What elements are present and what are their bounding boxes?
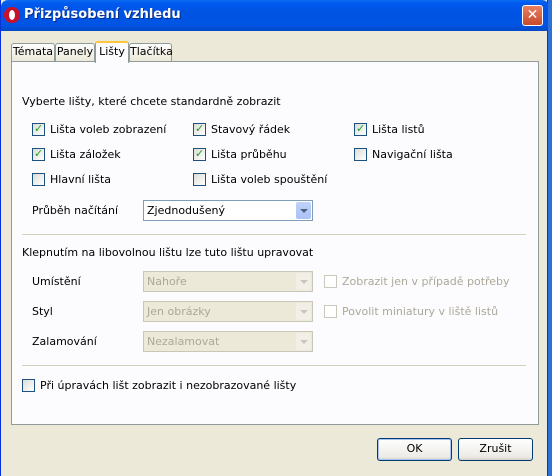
wrap-select[interactable]: Nezalamovat — [143, 331, 313, 352]
placement-label: Umístění — [32, 275, 81, 288]
checkbox-show-if-needed[interactable] — [324, 275, 337, 288]
section-heading-default-toolbars: Vyberte lišty, které chcete standardně z… — [22, 95, 281, 108]
checkbox-tab-bar[interactable] — [354, 122, 367, 136]
checkbox-label: Lišta listů — [372, 123, 425, 136]
chevron-down-icon[interactable] — [296, 273, 311, 290]
style-select-value: Jen obrázky — [147, 305, 211, 318]
progress-select[interactable]: Zjednodušený — [143, 200, 313, 221]
dialog-window: Přizpůsobení vzhledu ✕ Témata Panely Liš… — [0, 0, 549, 476]
wrap-select-value: Nezalamovat — [147, 335, 220, 348]
placement-select-value: Nahoře — [147, 275, 187, 288]
divider — [22, 365, 526, 367]
section-heading-edit-toolbar: Klepnutím na libovolnou lištu lze tuto l… — [22, 246, 314, 259]
tab-panels[interactable]: Panely — [55, 43, 95, 61]
close-button[interactable]: ✕ — [522, 5, 543, 26]
checkbox-show-hidden-bars[interactable] — [22, 379, 35, 392]
checkbox-navigation-bar[interactable] — [354, 148, 367, 161]
checkbox-label: Stavový řádek — [211, 123, 291, 136]
checkbox-bookmarks-bar[interactable] — [32, 147, 45, 161]
chevron-down-icon[interactable] — [296, 333, 311, 350]
checkbox-label: Lišta voleb zobrazení — [50, 123, 167, 136]
checkbox-status-bar[interactable] — [193, 122, 206, 136]
tab-toolbars[interactable]: Lišty — [95, 41, 129, 63]
window-title: Přizpůsobení vzhledu — [24, 7, 181, 22]
divider — [22, 234, 526, 236]
tab-buttons[interactable]: Tlačítka — [129, 43, 173, 61]
tab-panel-toolbars: Vyberte lišty, které chcete standardně z… — [11, 61, 539, 425]
background-window-edge — [548, 0, 552, 476]
checkbox-label: Při úpravách lišt zobrazit i nezobrazova… — [40, 379, 297, 392]
progress-select-value: Zjednodušený — [147, 204, 225, 217]
style-select[interactable]: Jen obrázky — [143, 301, 313, 322]
checkbox-launch-options-bar[interactable] — [193, 173, 206, 186]
wrap-label: Zalamování — [32, 335, 97, 348]
tab-themes[interactable]: Témata — [11, 43, 55, 61]
checkbox-label: Zobrazit jen v případě potřeby — [342, 275, 510, 288]
checkbox-main-bar[interactable] — [32, 173, 45, 186]
checkbox-view-options-bar[interactable] — [32, 122, 45, 136]
checkbox-label: Navigační lišta — [372, 148, 453, 161]
placement-select[interactable]: Nahoře — [143, 271, 313, 292]
title-bar[interactable]: Přizpůsobení vzhledu ✕ — [1, 0, 549, 31]
checkbox-label: Lišta průběhu — [211, 148, 287, 161]
checkbox-label: Lišta voleb spouštění — [211, 173, 328, 186]
style-label: Styl — [32, 305, 53, 318]
ok-button[interactable]: OK — [377, 438, 452, 461]
checkbox-progress-bar[interactable] — [193, 147, 206, 161]
chevron-down-icon[interactable] — [296, 202, 311, 219]
checkbox-label: Povolit miniatury v liště listů — [342, 305, 499, 318]
checkbox-allow-thumbnails[interactable] — [324, 305, 337, 318]
cancel-button[interactable]: Zrušit — [458, 438, 533, 461]
progress-label: Průběh načítání — [32, 204, 119, 217]
checkbox-label: Lišta záložek — [50, 148, 121, 161]
checkbox-label: Hlavní lišta — [50, 173, 111, 186]
opera-logo-icon — [4, 7, 20, 23]
chevron-down-icon[interactable] — [296, 303, 311, 320]
